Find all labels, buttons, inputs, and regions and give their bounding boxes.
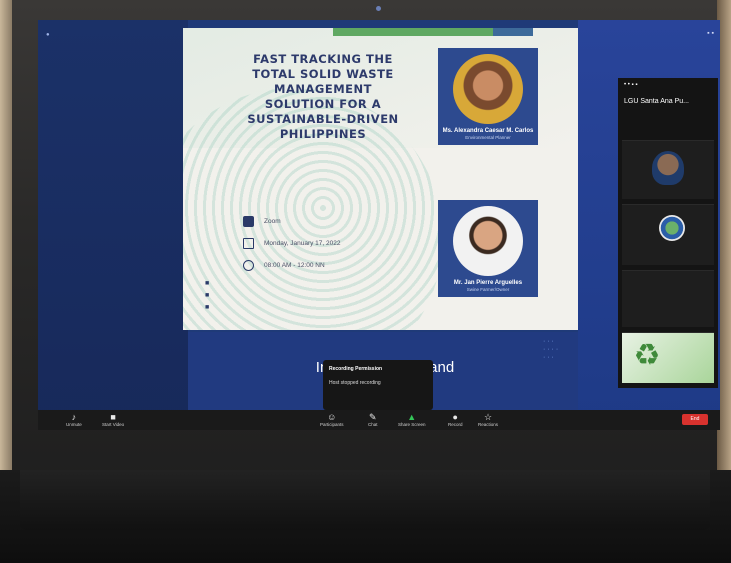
slide-top-bar-accent (493, 28, 533, 36)
toolbar-label: Record (448, 422, 463, 427)
title-line: TOTAL SOLID WASTE (252, 67, 394, 81)
calendar-icon (243, 238, 254, 249)
end-label: End (690, 416, 700, 422)
laptop-base (20, 470, 710, 530)
participant-tile[interactable]: ♻ (622, 332, 714, 383)
slide-title: FAST TRACKING THE TOTAL SOLID WASTE MANA… (228, 52, 418, 142)
toolbar-label: Unmute (66, 422, 82, 427)
speaker-role: Environmental Planner (465, 135, 511, 140)
platform-text: Zoom (264, 218, 281, 225)
slide-top-bar (333, 28, 493, 36)
share-screen-button[interactable]: ▲ Share Screen (398, 412, 426, 427)
participant-recycle-banner: ♻ (622, 333, 714, 383)
participants-panel: • • ▪ ▪ LGU Santa Ana Pu... ♻ (618, 78, 718, 388)
camera-icon: ■ (110, 412, 116, 422)
caption-decoration: · · · · · · · · · · (543, 338, 559, 361)
title-line: SOLUTION FOR A (264, 97, 382, 111)
notification-popup[interactable]: Recording Permission Host stopped record… (323, 360, 433, 410)
title-line: MANAGEMENT (274, 82, 372, 96)
recycle-icon: ♻ (633, 339, 661, 372)
screen-left-area (38, 20, 188, 430)
toolbar-label: Reactions (478, 422, 499, 427)
speaker-name: Ms. Alexandra Caesar M. Carlos (442, 128, 534, 134)
slide-bullets: ■ ■ ■ (205, 280, 210, 311)
record-icon: ● (452, 412, 458, 422)
presentation-slide: FAST TRACKING THE TOTAL SOLID WASTE MANA… (183, 28, 578, 330)
panel-controls[interactable]: • • ▪ ▪ (618, 78, 718, 92)
speaker-card-1: Ms. Alexandra Caesar M. Carlos Environme… (438, 48, 538, 145)
laptop-screen: ● ▪ ▪ FAST TRACKING THE TOTAL SOLID WAST… (38, 20, 720, 430)
platform-row: Zoom (243, 216, 281, 227)
speaker-card-2: Mr. Jan Pierre Arguelles Swine Farmer/Ow… (438, 200, 538, 297)
participant-tile[interactable] (622, 270, 714, 327)
meeting-info: ● (46, 32, 50, 38)
end-meeting-button[interactable]: End (682, 414, 708, 425)
time-row: 08:00 AM - 12:00 NN (243, 260, 325, 271)
title-line: SUSTAINABLE-DRIVEN (247, 112, 399, 126)
popup-body: Host stopped recording (329, 380, 381, 386)
reactions-icon: ☆ (483, 412, 493, 422)
popup-title: Recording Permission (329, 366, 383, 372)
participants-button[interactable]: ☺ Participants (320, 412, 344, 427)
toolbar-label: Participants (320, 422, 344, 427)
title-line: FAST TRACKING THE (253, 52, 393, 66)
speaker-photo (453, 206, 523, 276)
mic-icon: ♪ (71, 412, 77, 422)
participants-icon: ☺ (327, 412, 337, 422)
toolbar-label: Share Screen (398, 422, 426, 427)
chat-icon: ✎ (368, 412, 377, 422)
participant-tile[interactable] (622, 140, 714, 199)
speaker-role: Swine Farmer/Owner (466, 287, 510, 292)
participant-video (652, 151, 684, 185)
panel-title: LGU Santa Ana Pu... (624, 98, 689, 105)
chat-button[interactable]: ✎ Chat (368, 412, 378, 427)
unmute-button[interactable]: ♪ Unmute (66, 412, 82, 427)
participant-tile[interactable] (622, 204, 714, 265)
webcam-dot (376, 6, 381, 11)
date-text: Monday, January 17, 2022 (264, 240, 341, 247)
title-line: PHILIPPINES (279, 127, 367, 141)
reactions-button[interactable]: ☆ Reactions (478, 412, 498, 427)
time-text: 08:00 AM - 12:00 NN (264, 262, 325, 269)
share-screen-icon: ▲ (407, 412, 417, 422)
speaker-photo (453, 54, 523, 124)
participant-logo (659, 215, 685, 241)
speaker-name: Mr. Jan Pierre Arguelles (453, 280, 523, 286)
toolbar-label: Start Video (102, 422, 125, 427)
start-video-button[interactable]: ■ Start Video (102, 412, 124, 427)
toolbar-label: Chat (368, 422, 378, 427)
video-camera-icon (243, 216, 254, 227)
meeting-toolbar: ♪ Unmute ■ Start Video ☺ Participants ✎ … (38, 410, 720, 430)
window-controls[interactable]: ▪ ▪ (707, 30, 714, 37)
record-button[interactable]: ● Record (448, 412, 463, 427)
clock-icon (243, 260, 254, 271)
date-row: Monday, January 17, 2022 (243, 238, 341, 249)
